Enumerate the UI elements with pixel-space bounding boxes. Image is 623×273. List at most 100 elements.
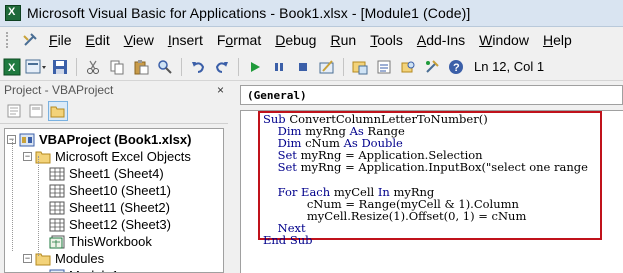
paste-icon[interactable] [130,56,152,78]
save-icon[interactable] [49,56,71,78]
toolbar-separator [238,57,239,76]
close-icon[interactable]: × [217,83,224,97]
menu-window[interactable]: Window [472,27,536,53]
svg-text:?: ? [453,62,460,74]
code-window: (General) Sub ConvertColumnLetterToNumbe… [230,81,623,273]
view-object-icon[interactable] [26,101,46,121]
collapse-icon[interactable]: − [23,254,32,263]
menu-label: Help [542,32,572,48]
menu-label: Debug [275,32,317,48]
tree-item[interactable]: Sheet12 (Sheet3) [49,216,171,233]
object-combo-value: (General) [247,88,307,102]
insert-module-icon[interactable] [25,56,47,78]
toolbar-separator [76,57,77,76]
module-icon [49,269,65,272]
menu-label: Edit [85,32,110,48]
tree-item-label: ThisWorkbook [69,234,152,249]
toolbox-icon[interactable] [421,56,443,78]
find-icon[interactable] [154,56,176,78]
break-icon[interactable] [268,56,290,78]
menu-label: View [123,32,154,48]
toolbar-grip-icon[interactable] [4,32,18,48]
design-mode-icon[interactable] [316,56,338,78]
object-browser-icon[interactable] [397,56,419,78]
title-bar: X Microsoft Visual Basic for Application… [0,0,623,27]
vba-tools-icon [23,33,37,46]
vba-project-icon [19,133,35,147]
help-icon[interactable]: ? [445,56,467,78]
properties-icon[interactable] [373,56,395,78]
menu-edit[interactable]: Edit [79,27,117,53]
excel-vba-icon[interactable]: X [5,5,21,21]
tree-item[interactable]: − Microsoft Excel Objects [23,148,191,165]
project-explorer-icon[interactable] [349,56,371,78]
tree-connector [38,156,39,256]
tree-item-label: Sheet10 (Sheet1) [69,183,171,198]
menu-bar: File Edit View Insert Format Debug Run Tools Add… [0,27,623,53]
tree-item[interactable]: − VBAProject (Book1.xlsx) [7,131,191,148]
menu-label: Tools [370,32,403,48]
copy-icon[interactable] [106,56,128,78]
collapse-icon[interactable]: − [23,152,32,161]
tree-item[interactable]: Sheet1 (Sheet4) [49,165,164,182]
menu-help[interactable]: Help [536,27,579,53]
tree-item[interactable]: ThisWorkbook [49,233,152,250]
project-tree[interactable]: − VBAProject (Book1.xlsx) − Microsoft Excel… [4,128,224,273]
code-editor[interactable]: Sub ConvertColumnLetterToNumber() Dim my… [240,110,623,273]
menu-format[interactable]: Format [210,27,268,53]
tree-item-label: Modules [55,251,105,266]
standard-toolbar: X ? Ln 12, Col 1 [0,53,623,81]
code-keyword: Set [277,160,301,175]
code-line: End Sub [263,234,312,246]
tree-item[interactable]: Module1 [49,267,119,272]
menu-view[interactable]: View [117,27,161,53]
menu-label: Window [479,32,529,48]
menu-run[interactable]: Run [323,27,363,53]
menu-insert[interactable]: Insert [161,27,210,53]
code-text: myRng = Application.InputBox("select one… [300,160,588,175]
svg-text:X: X [8,62,16,74]
object-combo-box[interactable]: (General) [240,85,623,105]
reset-icon[interactable] [292,56,314,78]
tree-item-label: VBAProject (Book1.xlsx) [39,132,192,147]
menu-addins[interactable]: Add-Ins [410,27,472,53]
project-explorer: Project - VBAProject × − VBAProject (Book… [0,81,228,273]
tree-item-label: Sheet11 (Sheet2) [69,200,170,215]
tree-item[interactable]: − Modules [23,250,104,267]
tree-item-label: Microsoft Excel Objects [55,149,191,164]
tree-item[interactable]: Sheet10 (Sheet1) [49,182,171,199]
view-excel-icon[interactable]: X [1,56,23,78]
project-pane-toolbar [0,98,228,124]
tree-connector [12,139,13,251]
cursor-position-status: Ln 12, Col 1 [474,59,545,74]
code-line: Set myRng = Application.InputBox("select… [263,161,588,173]
window-title: Microsoft Visual Basic for Applications … [27,5,471,21]
menu-label: Format [216,32,262,48]
tree-item[interactable]: Sheet11 (Sheet2) [49,199,170,216]
undo-icon[interactable] [187,56,209,78]
code-keyword: End Sub [263,233,313,247]
redo-icon[interactable] [211,56,233,78]
sheet-icon [49,167,65,181]
run-icon[interactable] [244,56,266,78]
sheet-icon [49,201,65,215]
menu-label: Insert [167,32,203,48]
tree-item-label: Sheet1 (Sheet4) [69,166,164,181]
cut-icon[interactable] [82,56,104,78]
project-pane-header: Project - VBAProject × [0,81,228,98]
menu-label: File [49,32,72,48]
menu-tools[interactable]: Tools [363,27,410,53]
toolbar-separator [181,57,182,76]
menu-debug[interactable]: Debug [268,27,323,53]
toggle-folders-icon[interactable] [48,100,68,121]
tree-item-label: Sheet12 (Sheet3) [69,217,171,232]
workbook-icon [49,235,65,249]
sheet-icon [49,184,65,198]
sheet-icon [49,218,65,232]
toolbar-separator [343,57,344,76]
view-code-icon[interactable] [4,101,24,121]
menu-file[interactable]: File [42,27,79,53]
menu-label: Add-Ins [416,32,466,48]
project-pane-title: Project - VBAProject [4,82,114,97]
